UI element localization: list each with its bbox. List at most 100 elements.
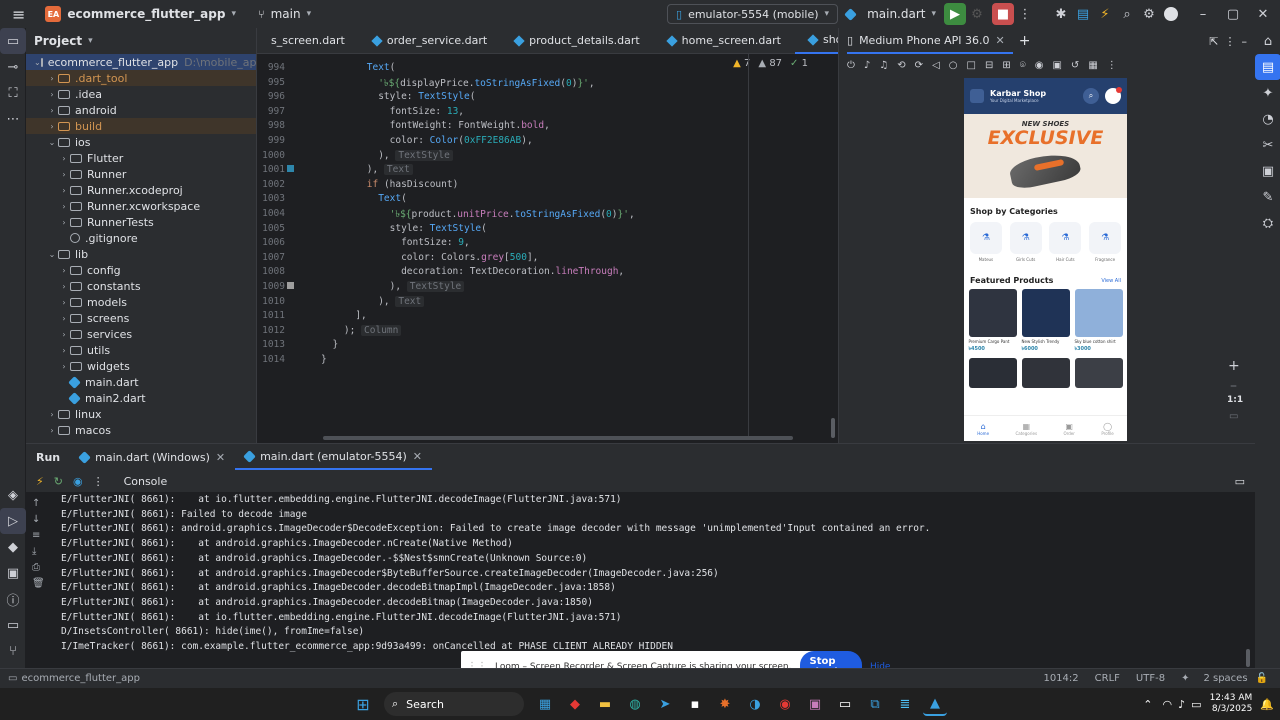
- more-icon[interactable]: ⋮: [1107, 60, 1117, 71]
- code-line[interactable]: 1010 ), Text: [257, 295, 827, 311]
- product-image[interactable]: [968, 358, 1017, 388]
- nav-item[interactable]: ◯ Profile: [1101, 422, 1113, 436]
- tree-item[interactable]: › build: [26, 118, 256, 134]
- tree-item[interactable]: › Runner: [26, 166, 256, 182]
- view-all-link[interactable]: View All: [1101, 278, 1121, 284]
- line-separator[interactable]: CRLF: [1095, 673, 1120, 684]
- edge-icon[interactable]: ◍: [623, 692, 647, 716]
- tree-item[interactable]: › constants: [26, 278, 256, 294]
- code-line[interactable]: 1002 if (hasDiscount): [257, 179, 827, 194]
- tree-item[interactable]: › Runner.xcodeproj: [26, 182, 256, 198]
- browser-icon[interactable]: ◑: [743, 692, 767, 716]
- debug-button[interactable]: ⚙: [966, 3, 988, 25]
- battery-icon[interactable]: ▭: [1191, 698, 1201, 711]
- network-app-icon[interactable]: ⧉: [863, 692, 887, 716]
- zoom-level[interactable]: 1:1: [1227, 395, 1243, 405]
- run-session-tab[interactable]: main.dart (Windows) ✕: [70, 444, 235, 470]
- device-file-icon[interactable]: ▣: [1255, 158, 1280, 184]
- android-studio-icon[interactable]: ▲: [923, 692, 947, 716]
- tree-item[interactable]: › .dart_tool: [26, 70, 256, 86]
- rotate-right-icon[interactable]: ⟳: [915, 60, 923, 71]
- running-devices-icon[interactable]: ▤: [1255, 54, 1280, 80]
- category-item[interactable]: ⚗ Mateus: [969, 222, 1002, 262]
- commit-icon[interactable]: ⊸: [0, 54, 26, 80]
- minimize-button[interactable]: –: [1192, 3, 1214, 25]
- category-item[interactable]: ⚗ Fragrance: [1089, 222, 1122, 262]
- code-area[interactable]: 994 Text(995 '৳${displayPrice.toStringAs…: [257, 62, 827, 432]
- tree-item[interactable]: › android: [26, 102, 256, 118]
- close-icon[interactable]: ✕: [996, 34, 1005, 47]
- product-card[interactable]: Sky blue cotton shirt ৳3000: [1074, 289, 1123, 354]
- fold-icon[interactable]: ⊟: [985, 60, 993, 71]
- app-red-icon[interactable]: ◆: [563, 692, 587, 716]
- code-line[interactable]: 1011 ],: [257, 310, 827, 325]
- zoom-in-button[interactable]: +: [1228, 358, 1240, 374]
- hot-reload-icon[interactable]: ⚡: [1094, 3, 1116, 25]
- category-item[interactable]: ⚗ Girls Cuts: [1009, 222, 1042, 262]
- emulator-tab[interactable]: ▯ Medium Phone API 36.0 ✕: [847, 28, 1013, 54]
- code-line[interactable]: 1006 fontSize: 9,: [257, 237, 827, 252]
- chevron-down-icon[interactable]: ▾: [88, 36, 93, 46]
- git-icon[interactable]: ⑂: [0, 638, 26, 664]
- back-icon[interactable]: ◁: [932, 60, 940, 71]
- avatar[interactable]: [1160, 3, 1182, 25]
- horizontal-scrollbar[interactable]: [323, 436, 793, 440]
- scroll-up-icon[interactable]: ↑: [32, 498, 45, 509]
- project-selector[interactable]: EA ecommerce_flutter_app ▾: [37, 0, 244, 28]
- soft-wrap-icon[interactable]: ≡: [32, 530, 45, 541]
- more-tools-icon[interactable]: ⋯: [0, 106, 26, 132]
- problems-icon[interactable]: ⓘ: [0, 586, 26, 612]
- scroll-down-icon[interactable]: ↓: [32, 514, 45, 525]
- layout-icon[interactable]: ▭: [1235, 475, 1245, 488]
- editor-tab[interactable]: order_service.dart: [359, 28, 501, 54]
- layout-icon[interactable]: ▦: [1088, 60, 1097, 71]
- tree-item[interactable]: ⌄ lib: [26, 246, 256, 262]
- category-item[interactable]: ⚗ Hair Cuts: [1049, 222, 1082, 262]
- history-icon[interactable]: ↺: [1071, 60, 1079, 71]
- code-line[interactable]: 994 Text(: [257, 62, 827, 77]
- code-line[interactable]: 1012 ); Column: [257, 324, 827, 340]
- code-line[interactable]: 1013 }: [257, 339, 827, 354]
- tree-item[interactable]: › linux: [26, 406, 256, 422]
- edit-icon[interactable]: ✎: [1255, 184, 1280, 210]
- cmd-icon[interactable]: ▭: [833, 692, 857, 716]
- maximize-button[interactable]: ▢: [1222, 3, 1244, 25]
- gem-icon[interactable]: ◆: [0, 534, 26, 560]
- structure-icon[interactable]: ⛶: [0, 80, 26, 106]
- stop-button[interactable]: ■: [992, 3, 1014, 25]
- power-icon[interactable]: ⏻: [847, 60, 855, 71]
- windows-start-icon[interactable]: ⊞: [351, 692, 375, 716]
- jetbrains-icon[interactable]: ▣: [803, 692, 827, 716]
- code-line[interactable]: 1000 ), TextStyle: [257, 149, 827, 165]
- caret-position[interactable]: 1014:2: [1043, 673, 1078, 684]
- status-project[interactable]: ecommerce_flutter_app: [21, 673, 140, 684]
- minimize-panel-icon[interactable]: –: [1242, 35, 1248, 48]
- tools-icon[interactable]: ✂: [1255, 132, 1280, 158]
- scroll-end-icon[interactable]: ⤓: [32, 546, 45, 557]
- record-icon[interactable]: ◉: [1035, 60, 1044, 71]
- console-scrollbar[interactable]: [1246, 649, 1250, 667]
- more-icon[interactable]: ⋮: [1014, 3, 1036, 25]
- ai-status-icon[interactable]: ✦: [1181, 673, 1189, 684]
- code-line[interactable]: 1005 style: TextStyle(: [257, 223, 827, 238]
- flutter-inspector-icon[interactable]: ◈: [0, 482, 26, 508]
- tray-chevron-icon[interactable]: ⌃: [1143, 698, 1152, 711]
- phone-screen[interactable]: Karbar Shop Your Digital Marketplace ⌕ N…: [964, 78, 1127, 441]
- home-icon[interactable]: ○: [949, 60, 958, 71]
- run-panel-title[interactable]: Run: [26, 451, 70, 464]
- nav-item[interactable]: ▦ Categories: [1015, 422, 1037, 436]
- search-icon[interactable]: ⌕: [1083, 88, 1099, 104]
- tree-root[interactable]: ⌄ ecommerce_flutter_app D:\mobile_app_fl…: [26, 54, 256, 70]
- nav-item[interactable]: ▣ Order: [1064, 422, 1075, 436]
- tree-item[interactable]: › macos: [26, 422, 256, 438]
- product-card[interactable]: Premium Cargo Pant ৳4500: [968, 289, 1017, 354]
- tree-item[interactable]: › Runner.xcworkspace: [26, 198, 256, 214]
- extended-controls-icon[interactable]: ⊞: [1002, 60, 1010, 71]
- tree-item[interactable]: › screens: [26, 310, 256, 326]
- editor-tab[interactable]: product_details.dart: [501, 28, 654, 54]
- tree-item[interactable]: ⌄ ios: [26, 134, 256, 150]
- clock[interactable]: 12:43 AM 8/3/2025: [1210, 693, 1253, 715]
- devtools-icon[interactable]: ◉: [73, 475, 83, 488]
- code-line[interactable]: 1007 color: Colors.grey[500],: [257, 252, 827, 267]
- terminal-icon[interactable]: ▭: [0, 612, 26, 638]
